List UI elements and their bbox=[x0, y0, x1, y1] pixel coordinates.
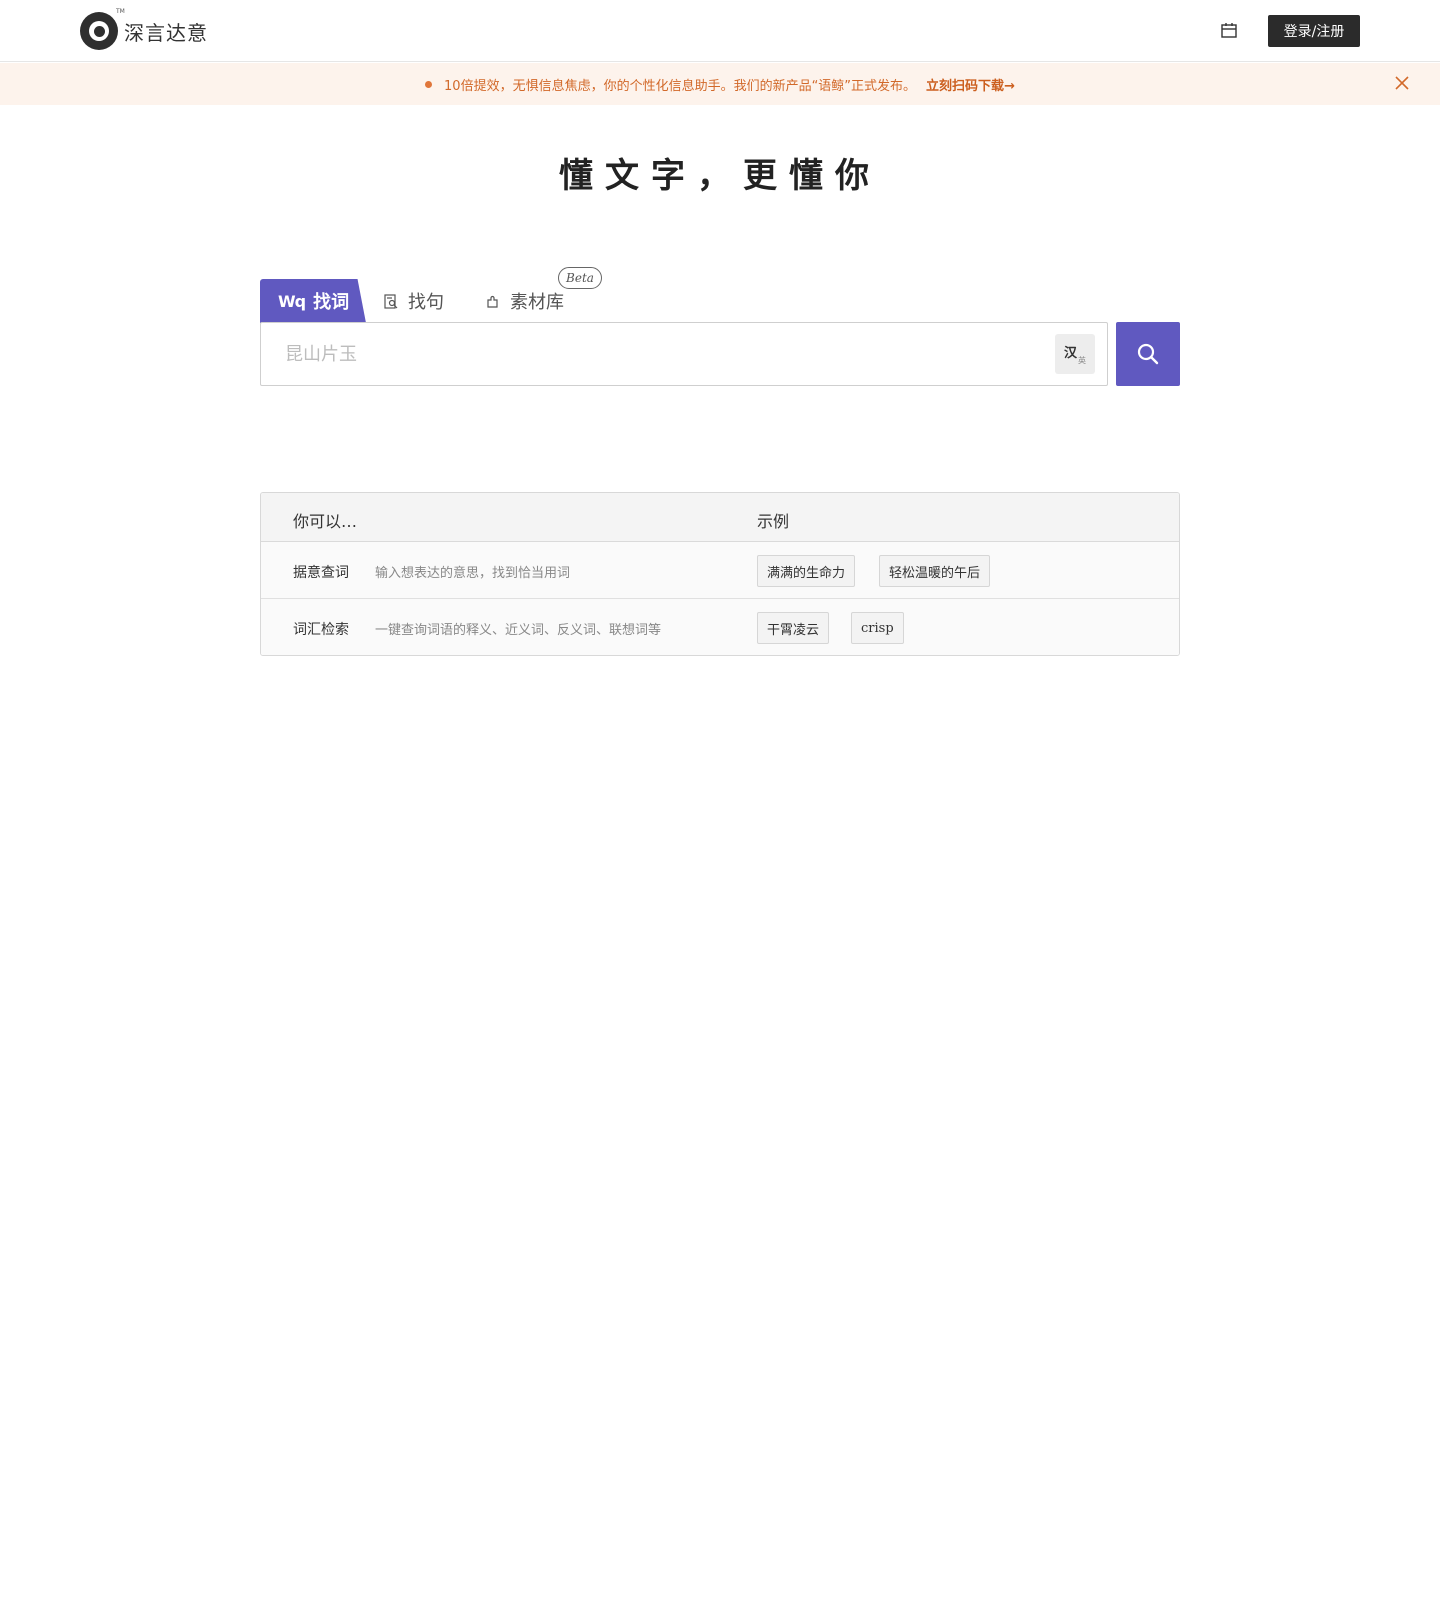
search-icon bbox=[1137, 343, 1159, 365]
tab-label: 找词 bbox=[313, 292, 350, 313]
announcement-banner: 10倍提效，无惧信息焦虑，你的个性化信息助手。我们的新产品“语鲸”正式发布。 立… bbox=[0, 63, 1440, 105]
table-row: 据意查词 输入想表达的意思，找到恰当用词 满满的生命力 轻松温暖的午后 bbox=[261, 542, 1179, 599]
row-title: 据意查词 bbox=[293, 565, 349, 581]
search-mode-tabs: Wq 找词 找句 素材库 Beta bbox=[260, 267, 602, 323]
beta-badge: Beta bbox=[558, 267, 602, 289]
example-chip[interactable]: 轻松温暖的午后 bbox=[879, 555, 991, 587]
tab-find-sentence[interactable]: 找句 bbox=[384, 279, 444, 323]
search-button[interactable] bbox=[1116, 322, 1180, 386]
tab-label: 素材库 bbox=[510, 292, 564, 313]
lang-english-label: 英 bbox=[1078, 356, 1086, 365]
header-examples: 示例 bbox=[757, 512, 790, 531]
logo-text: 深言达意 bbox=[124, 20, 208, 45]
usage-guide-table: 你可以… 示例 据意查词 输入想表达的意思，找到恰当用词 满满的生命力 轻松温暖… bbox=[260, 492, 1180, 656]
calendar-icon[interactable] bbox=[1221, 23, 1237, 38]
top-header: TM 深言达意 登录/注册 bbox=[0, 0, 1440, 62]
arrow-right-icon: → bbox=[1004, 78, 1015, 94]
row-description: 一键查询词语的释义、近义词、反义词、联想词等 bbox=[375, 623, 662, 638]
puzzle-icon bbox=[487, 295, 498, 308]
example-chip[interactable]: crisp bbox=[851, 612, 904, 644]
word-mode-icon: Wq bbox=[278, 291, 306, 311]
close-icon[interactable] bbox=[1392, 73, 1412, 93]
guide-header: 你可以… 示例 bbox=[261, 493, 1179, 542]
tab-material-library[interactable]: 素材库 Beta bbox=[486, 267, 602, 323]
banner-link-label: 立刻扫码下载 bbox=[926, 78, 1005, 94]
logo[interactable]: TM 深言达意 bbox=[80, 8, 208, 50]
document-search-icon bbox=[384, 293, 398, 309]
example-chip[interactable]: 干霄凌云 bbox=[757, 612, 830, 644]
table-row: 词汇检索 一键查询词语的释义、近义词、反义词、联想词等 干霄凌云 crisp bbox=[261, 599, 1179, 655]
row-description: 输入想表达的意思，找到恰当用词 bbox=[375, 566, 571, 581]
row-title: 词汇检索 bbox=[293, 622, 349, 638]
tab-find-word[interactable]: Wq 找词 bbox=[260, 279, 366, 323]
banner-download-link[interactable]: 立刻扫码下载→ bbox=[926, 75, 1015, 94]
search-box: 汉 英 bbox=[260, 322, 1108, 386]
logo-trademark: TM bbox=[116, 8, 125, 15]
language-toggle-button[interactable]: 汉 英 bbox=[1055, 334, 1095, 374]
search-input[interactable] bbox=[285, 323, 1045, 385]
logo-mark-icon bbox=[80, 12, 118, 50]
banner-dot-icon bbox=[425, 80, 433, 88]
lang-chinese-label: 汉 bbox=[1064, 346, 1078, 361]
login-register-button[interactable]: 登录/注册 bbox=[1268, 15, 1360, 47]
header-you-can: 你可以… bbox=[293, 512, 358, 531]
banner-message: 10倍提效，无惧信息焦虑，你的个性化信息助手。我们的新产品“语鲸”正式发布。 bbox=[444, 78, 917, 94]
page-slogan: 懂文字，更懂你 bbox=[559, 156, 881, 196]
example-chip[interactable]: 满满的生命力 bbox=[757, 555, 856, 587]
tab-label: 找句 bbox=[408, 292, 444, 313]
